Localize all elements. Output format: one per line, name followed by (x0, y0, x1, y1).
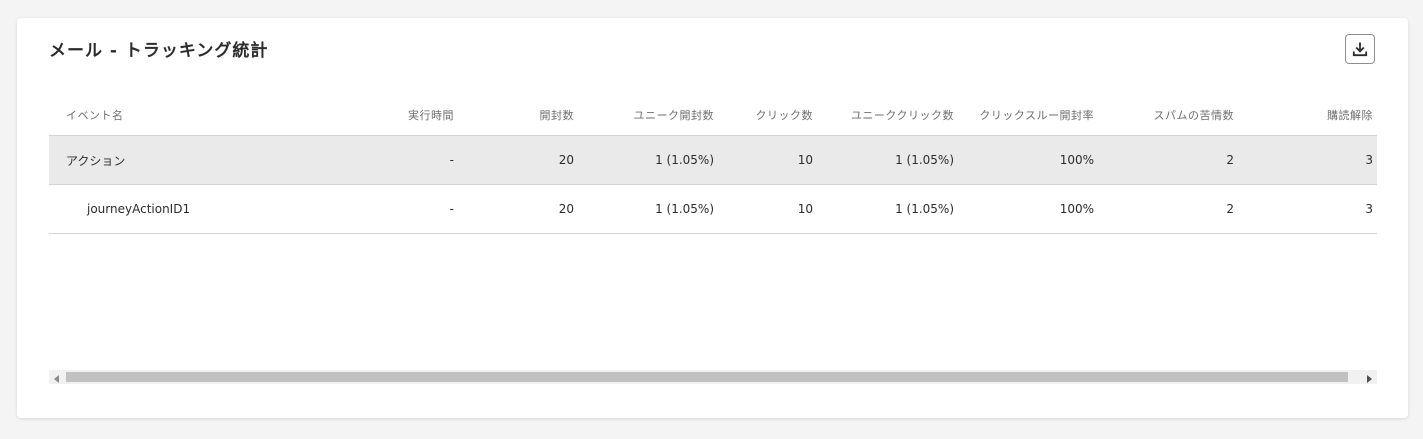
arrow-left-icon (54, 368, 60, 387)
column-header-click-to-open-rate[interactable]: クリックスルー開封率 (979, 95, 1094, 135)
unique-clicks-cell: 1 (1.05%) (895, 202, 954, 216)
execution-time-cell: - (449, 202, 454, 216)
unique-opens-cell: 1 (1.05%) (655, 153, 714, 167)
column-header-clicks[interactable]: クリック数 (729, 95, 813, 135)
unique-opens-cell: 1 (1.05%) (655, 202, 714, 216)
spam-complaints-cell: 2 (1226, 202, 1234, 216)
column-header-opens[interactable]: 開封数 (479, 95, 574, 135)
column-header-unique-opens[interactable]: ユニーク開封数 (609, 95, 714, 135)
opens-cell: 20 (558, 202, 574, 216)
download-icon (1352, 41, 1368, 57)
unsubscribes-cell: 3 (1365, 153, 1373, 167)
opens-cell: 20 (558, 153, 574, 167)
event-name-cell: アクション (66, 153, 126, 168)
clicks-cell: 10 (797, 202, 813, 216)
table-row[interactable]: journeyActionID1 - 20 1 (1.05%) 10 1 (1.… (49, 185, 1377, 234)
click-to-open-rate-cell: 100% (1059, 153, 1094, 167)
arrow-right-icon (1366, 368, 1372, 387)
unique-clicks-cell: 1 (1.05%) (895, 153, 954, 167)
stats-table: イベント名 実行時間 開封数 ユニーク開封数 クリック数 ユニーククリック数 ク… (49, 95, 1377, 390)
download-button[interactable] (1345, 34, 1375, 64)
scroll-left-button[interactable] (49, 370, 65, 384)
unsubscribes-cell: 3 (1365, 202, 1373, 216)
clicks-cell: 10 (797, 153, 813, 167)
column-header-spam-complaints[interactable]: スパムの苦情数 (1119, 95, 1234, 135)
scroll-right-button[interactable] (1361, 370, 1377, 384)
execution-time-cell: - (449, 153, 454, 167)
table-header-row: イベント名 実行時間 開封数 ユニーク開封数 クリック数 ユニーククリック数 ク… (49, 95, 1377, 136)
column-header-execution-time[interactable]: 実行時間 (349, 95, 454, 135)
spam-complaints-cell: 2 (1226, 153, 1234, 167)
event-name-cell: journeyActionID1 (87, 202, 191, 216)
card-title: メール - トラッキング統計 (49, 41, 269, 61)
click-to-open-rate-cell: 100% (1059, 202, 1094, 216)
column-header-unsubscribes[interactable]: 購読解除 (1259, 95, 1373, 135)
column-header-unique-clicks[interactable]: ユニーククリック数 (839, 95, 954, 135)
scrollbar-thumb[interactable] (66, 372, 1348, 382)
column-header-event-name[interactable]: イベント名 (66, 95, 366, 135)
tracking-stats-card: メール - トラッキング統計 イベント名 実行時間 開封数 ユニーク開封数 クリ… (17, 18, 1408, 418)
table-row[interactable]: アクション - 20 1 (1.05%) 10 1 (1.05%) 100% 2… (49, 136, 1377, 185)
horizontal-scrollbar[interactable] (49, 370, 1377, 384)
